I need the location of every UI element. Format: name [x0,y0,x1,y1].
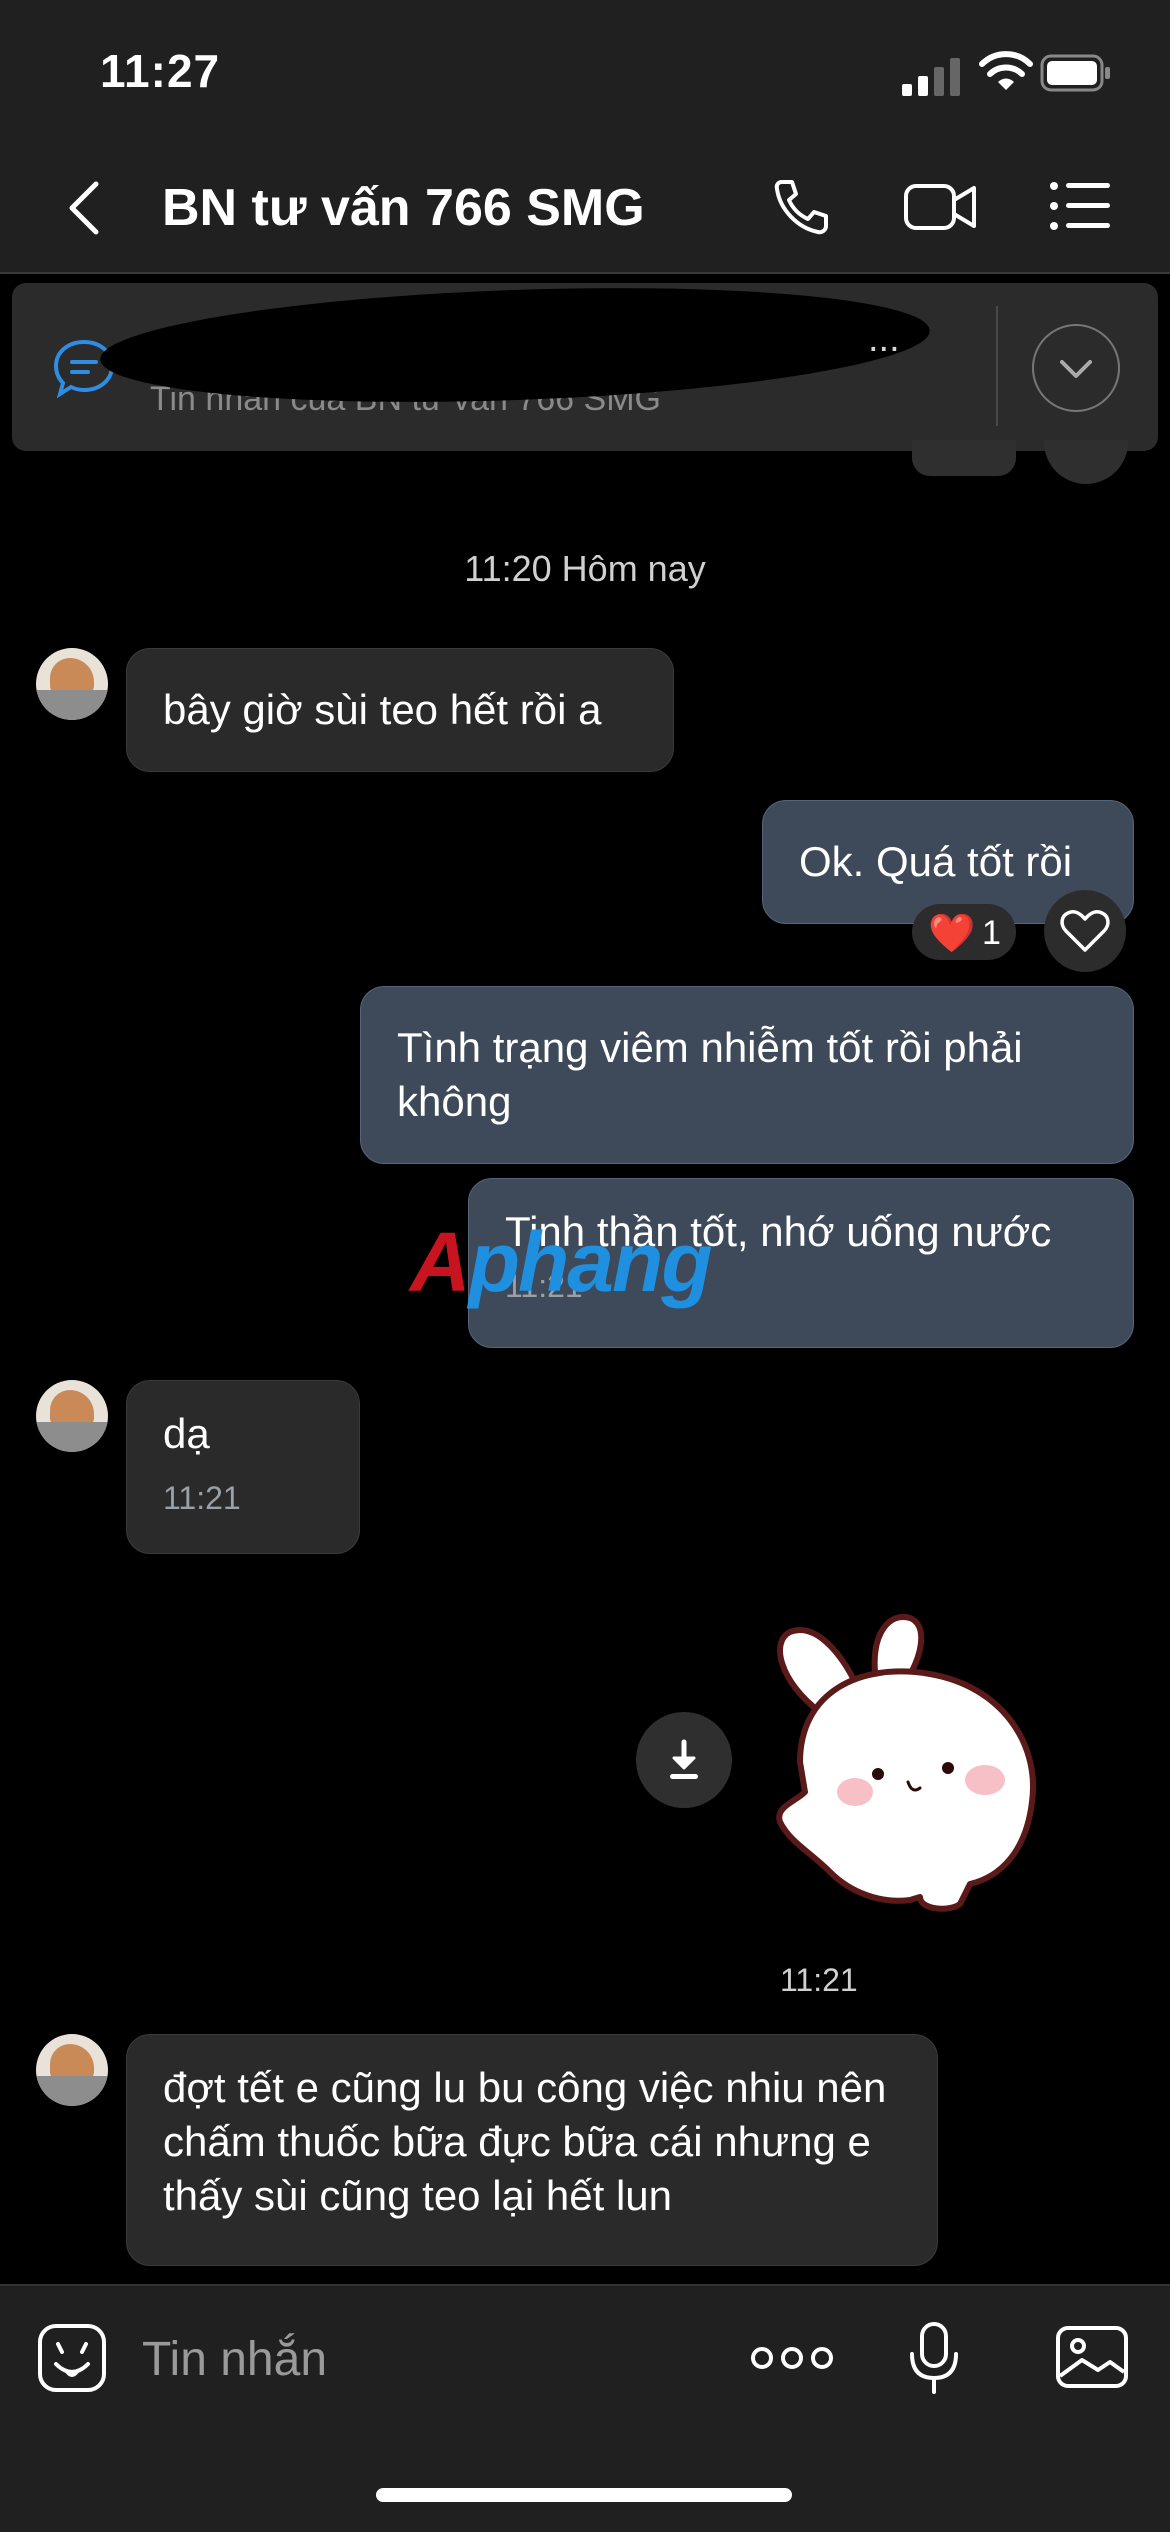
cellular-signal-icon [902,58,960,96]
home-indicator[interactable] [376,2488,792,2502]
message-bubble-sent[interactable]: Tình trạng viêm nhiễm tốt rồi phải không [360,986,1134,1164]
heart-emoji: ❤️ [928,913,976,955]
bunny-sticker[interactable] [760,1612,1060,1922]
menu-list-icon[interactable] [1048,176,1114,236]
download-icon [670,1739,698,1779]
avatar[interactable] [36,648,108,720]
phone-icon[interactable] [768,176,834,236]
message-input[interactable] [140,2326,704,2392]
message-bubble-received[interactable]: đợt tết e cũng lu bu công việc nhiu nên … [126,2034,938,2266]
watermark-logo: Aphang [410,1215,713,1309]
download-button[interactable] [636,1712,732,1808]
battery-icon [1040,54,1110,92]
react-heart-button[interactable] [1044,890,1126,972]
back-chevron-icon[interactable] [62,180,106,236]
pinned-preview-text: ... [868,318,900,360]
heart-outline-icon [1060,910,1110,952]
microphone-icon[interactable] [906,2320,962,2396]
heart-button-peek[interactable] [1044,440,1128,484]
message-text: dạ [163,1410,210,1457]
avatar[interactable] [36,2034,108,2106]
composer-divider [0,2284,1170,2286]
chat-title[interactable]: BN tư vấn 766 SMG [162,178,645,238]
message-text: Tình trạng viêm nhiễm tốt rồi phải không [397,1024,1023,1125]
message-text: đợt tết e cũng lu bu công việc nhiu nên … [163,2064,887,2219]
message-bubble-received[interactable]: bây giờ sùi teo hết rồi a [126,648,674,772]
image-gallery-icon[interactable] [1054,2324,1130,2390]
reaction-peek [912,440,1016,476]
more-options-icon[interactable] [750,2340,834,2376]
status-time: 11:27 [100,45,221,97]
pinned-divider [996,306,998,426]
message-time: 11:21 [780,1962,858,1998]
reaction-badge[interactable]: ❤️ 1 [912,904,1016,960]
video-call-icon[interactable] [902,176,978,236]
message-text: bây giờ sùi teo hết rồi a [163,686,602,733]
wifi-icon [979,51,1033,90]
pinned-expand-button[interactable] [1032,324,1120,412]
reaction-count: 1 [982,914,1001,952]
message-text: Ok. Quá tốt rồi [799,838,1073,885]
emoji-icon[interactable] [36,2322,108,2394]
chevron-down-icon [1060,360,1092,378]
message-time: 11:21 [163,1480,241,1516]
message-bubble-received[interactable]: dạ 11:21 [126,1380,360,1554]
date-separator: 11:20 Hôm nay [464,548,706,589]
avatar[interactable] [36,1380,108,1452]
